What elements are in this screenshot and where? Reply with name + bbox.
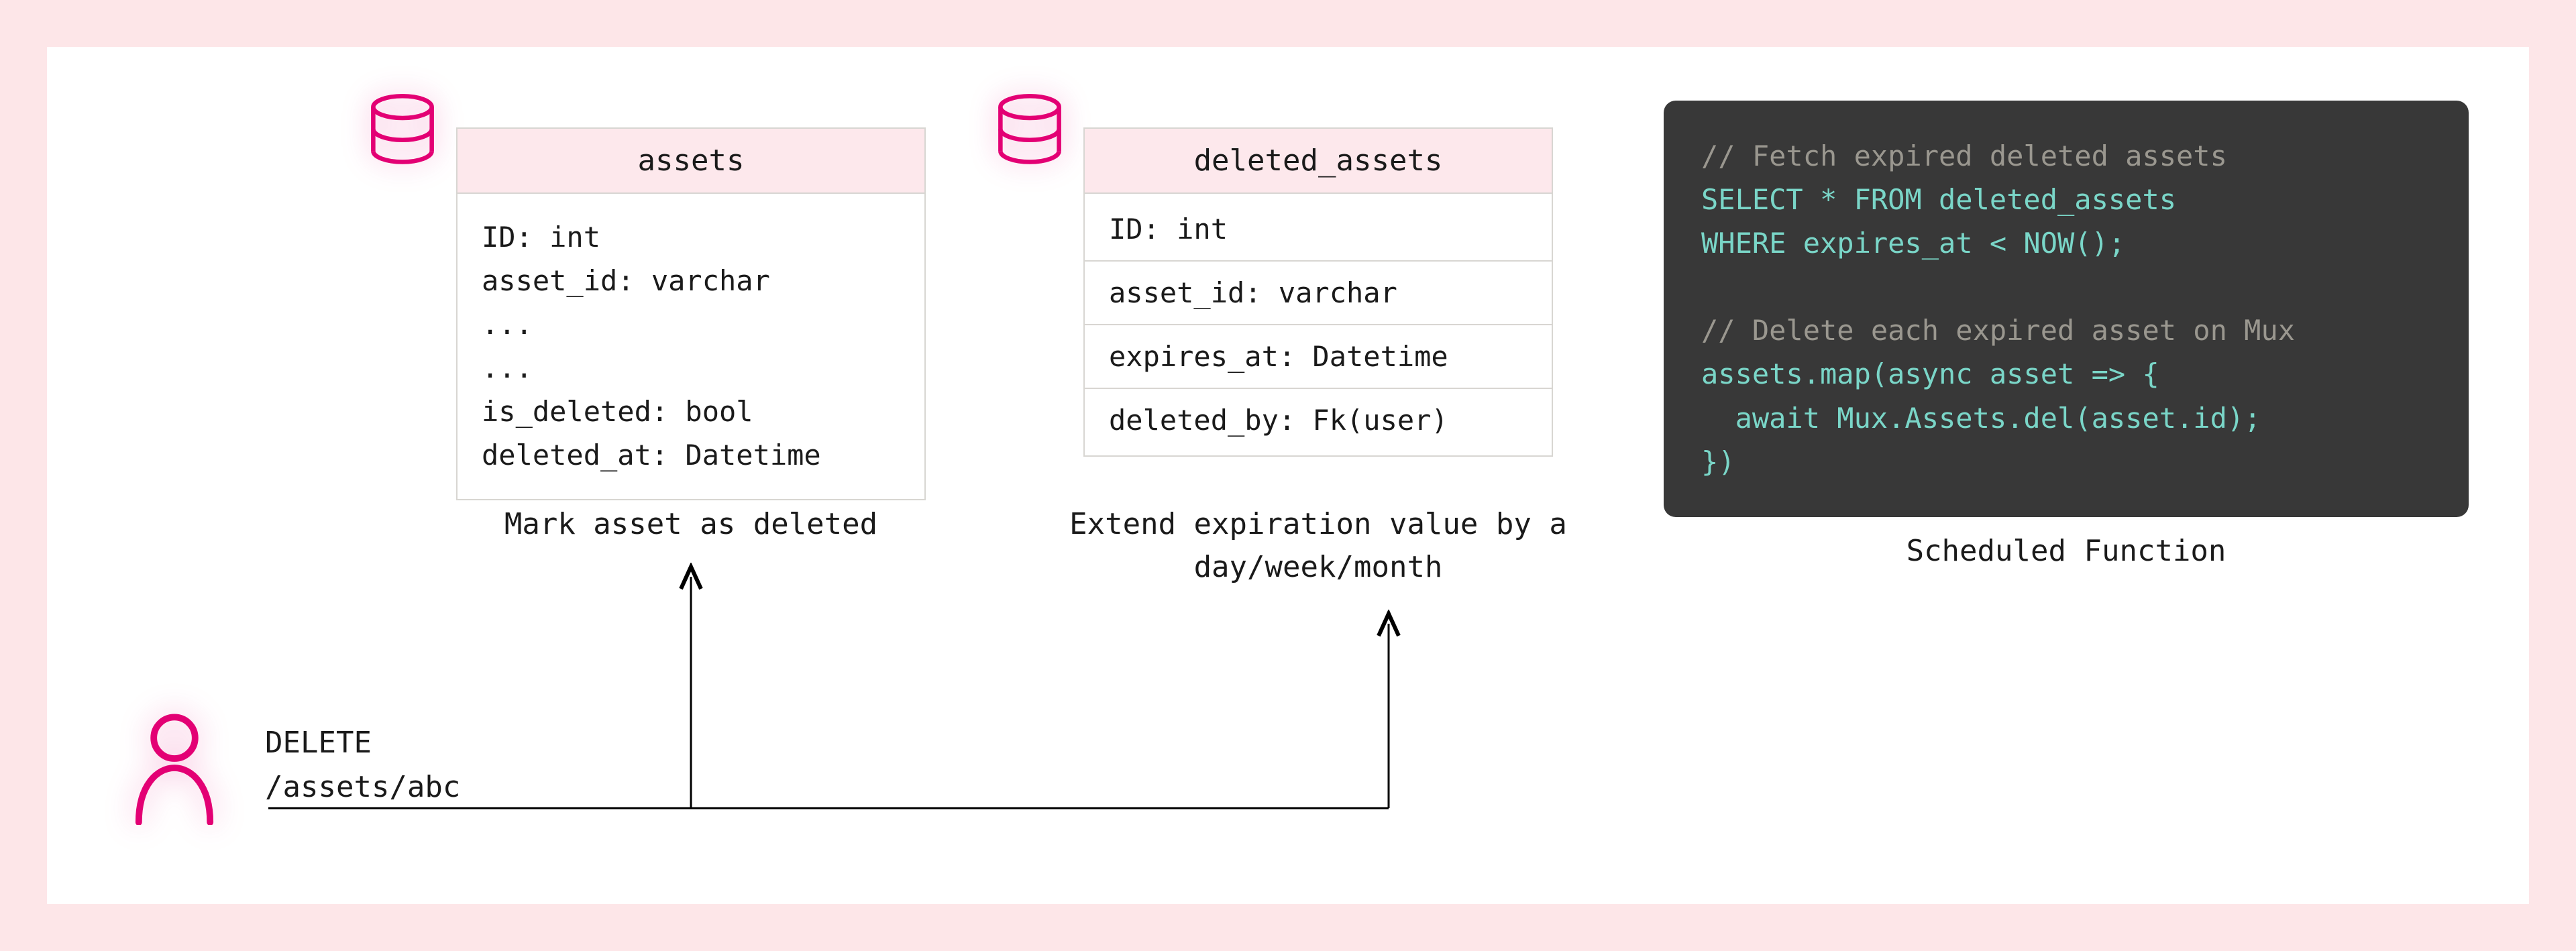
flow-arrows <box>47 47 2529 905</box>
diagram-canvas: assets ID: int asset_id: varchar ... ...… <box>47 47 2529 904</box>
